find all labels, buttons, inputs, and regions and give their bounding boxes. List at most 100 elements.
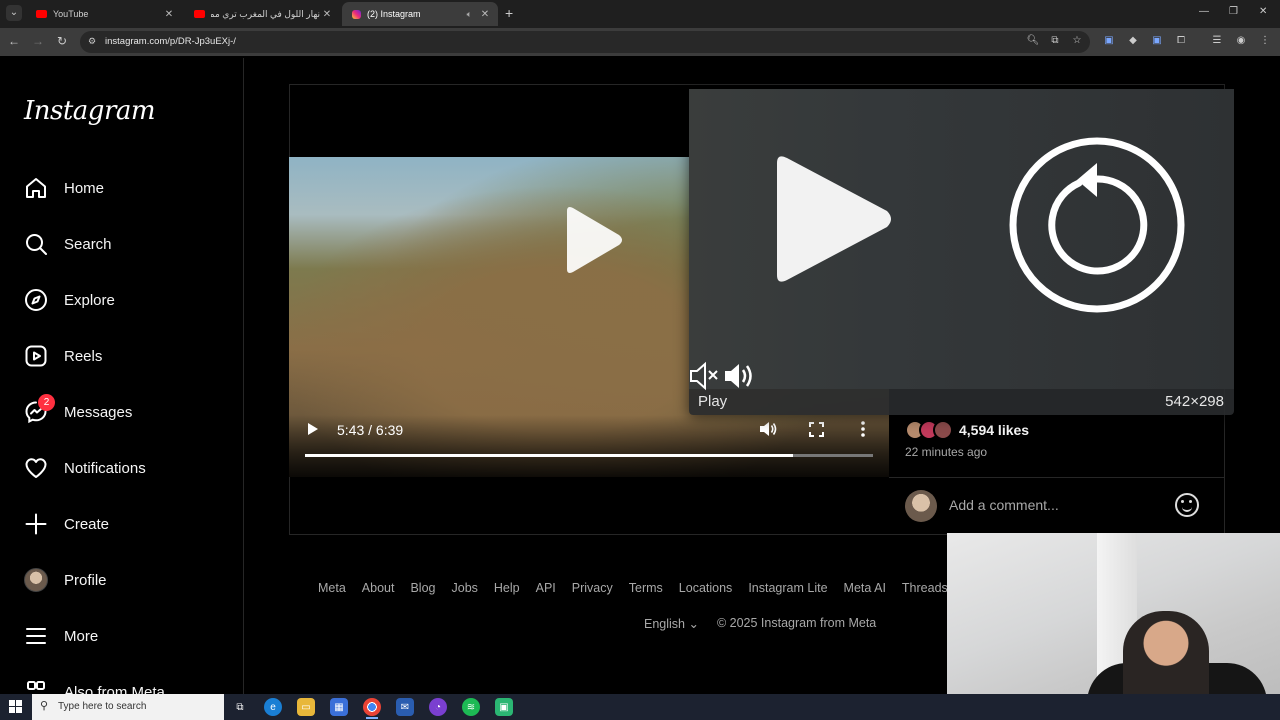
close-icon[interactable]: ✕ — [320, 9, 334, 20]
app-icon[interactable]: ✉ — [396, 698, 414, 716]
close-icon[interactable]: ✕ — [162, 9, 176, 20]
footer-link[interactable]: Jobs — [452, 581, 478, 595]
footer-link[interactable]: Help — [494, 581, 520, 595]
language-label: English — [644, 617, 685, 631]
puzzle-icon[interactable]: ⧠ — [1174, 35, 1188, 46]
kebab-menu-icon[interactable] — [861, 421, 865, 440]
back-button[interactable]: ← — [6, 34, 22, 48]
chevron-down-icon: ⌄ — [688, 617, 699, 631]
reading-list-icon[interactable]: ☰ — [1210, 35, 1224, 46]
reload-button[interactable]: ↻ — [54, 34, 70, 48]
notification-badge: 2 — [38, 394, 55, 411]
speaker-icon[interactable]: 🔈︎ — [467, 9, 472, 20]
tab-instagram[interactable]: (2) Instagram 🔈︎ ✕ — [342, 2, 498, 26]
close-window-button[interactable]: ✕ — [1259, 6, 1267, 17]
search-icon: ⚲ — [40, 700, 49, 712]
replay-icon[interactable] — [1007, 135, 1187, 320]
nav-create[interactable]: Create — [24, 504, 234, 544]
tab-youtube-video[interactable]: نهار اللول في المغرب تري مميكة.. ✕ — [184, 2, 340, 26]
taskbar-search[interactable]: ⚲ Type here to search — [32, 694, 224, 720]
menu-icon — [24, 624, 48, 648]
emoji-icon[interactable] — [1175, 493, 1199, 517]
browser-tabstrip: ⌄ YouTube ✕ نهار اللول في المغرب تري ممي… — [0, 0, 1280, 28]
cast-icon[interactable]: ⧉ — [1048, 35, 1062, 46]
footer-link[interactable]: Locations — [679, 581, 733, 595]
footer-link[interactable]: Terms — [629, 581, 663, 595]
video-time: 5:43 / 6:39 — [337, 422, 404, 438]
mute-unmute-icon[interactable] — [689, 361, 759, 396]
file-explorer-icon[interactable]: ▭ — [297, 698, 315, 716]
app-icon[interactable]: ▣ — [495, 698, 513, 716]
nav-search[interactable]: Search — [24, 224, 234, 264]
nav-more[interactable]: More — [24, 616, 234, 656]
extension-icon[interactable]: ▣ — [1150, 35, 1164, 46]
footer-link[interactable]: Instagram Lite — [748, 581, 827, 595]
instagram-logo[interactable]: Instagram — [24, 96, 156, 126]
nav-label: More — [64, 627, 99, 645]
tab-search-button[interactable]: ⌄ — [6, 5, 22, 21]
nav-label: Profile — [64, 571, 107, 589]
profile-icon[interactable]: ◉ — [1234, 35, 1248, 46]
restore-button[interactable]: ❐ — [1229, 6, 1238, 17]
windows-start-icon[interactable] — [9, 700, 23, 714]
task-view-icon[interactable]: ⧉ — [231, 698, 249, 716]
post-timestamp[interactable]: 22 minutes ago — [905, 445, 987, 459]
messenger-app-icon[interactable]: ◔ — [429, 698, 447, 716]
play-button[interactable] — [307, 422, 319, 439]
chrome-icon[interactable] — [363, 698, 381, 719]
nav-label: Messages — [64, 403, 133, 421]
nav-reels[interactable]: Reels — [24, 336, 234, 376]
avatar — [24, 568, 48, 592]
edge-icon[interactable]: e — [264, 698, 282, 716]
new-tab-button[interactable]: + — [505, 5, 513, 21]
likes-count[interactable]: 4,594 likes — [959, 422, 1029, 438]
nav-notifications[interactable]: Notifications — [24, 448, 234, 488]
site-info-icon[interactable]: ⚙ — [88, 36, 96, 47]
footer-link[interactable]: Meta — [318, 581, 346, 595]
forward-button[interactable]: → — [30, 34, 46, 48]
zoom-icon[interactable]: 🔍︎ — [1026, 35, 1040, 46]
spotify-icon[interactable]: ≋ — [462, 698, 480, 716]
nav-messages[interactable]: 2 Messages — [24, 392, 234, 432]
compass-icon — [24, 288, 48, 312]
nav-home[interactable]: Home — [24, 168, 234, 208]
video-progress-bar[interactable] — [305, 454, 873, 457]
kebab-menu-icon[interactable]: ⋮ — [1258, 35, 1272, 46]
footer-link[interactable]: API — [536, 581, 556, 595]
messenger-icon: 2 — [24, 394, 55, 424]
play-icon[interactable] — [769, 153, 895, 290]
instagram-icon — [352, 9, 361, 19]
play-icon[interactable] — [561, 205, 625, 280]
comment-input[interactable]: Add a comment... — [949, 497, 1059, 513]
translate-icon[interactable]: ▣ — [1102, 35, 1116, 46]
nav-label: Create — [64, 515, 110, 533]
nav-explore[interactable]: Explore — [24, 280, 234, 320]
close-icon[interactable]: ✕ — [478, 9, 492, 20]
minimize-button[interactable]: — — [1199, 6, 1209, 17]
footer-link[interactable]: About — [362, 581, 395, 595]
footer-link[interactable]: Blog — [410, 581, 435, 595]
likes-row[interactable]: 4,594 likes — [905, 420, 1029, 440]
comment-bar: Add a comment... — [889, 477, 1225, 535]
footer-link[interactable]: Threads — [902, 581, 948, 595]
volume-icon[interactable] — [759, 421, 777, 440]
bookmark-star-icon[interactable]: ☆ — [1070, 35, 1084, 46]
overlay-caption: Play — [698, 393, 728, 410]
nav-label: Home — [64, 179, 105, 197]
avatar — [933, 420, 953, 440]
fullscreen-icon[interactable] — [809, 422, 824, 440]
tab-youtube[interactable]: YouTube ✕ — [26, 2, 182, 26]
extension-icon[interactable]: ◆ — [1126, 35, 1140, 46]
browser-toolbar: ← → ↻ ⚙ instagram.com/p/DR-Jp3uEXj-/ 🔍︎ … — [0, 28, 1280, 56]
video-progress-fill — [305, 454, 794, 457]
copyright: © 2025 Instagram from Meta — [716, 616, 877, 630]
youtube-icon — [36, 10, 47, 18]
footer-link[interactable]: Privacy — [572, 581, 613, 595]
footer-link[interactable]: Meta AI — [844, 581, 886, 595]
language-select[interactable]: English ⌄ — [644, 616, 699, 631]
nav-profile[interactable]: Profile — [24, 560, 234, 600]
webcam-person — [1123, 611, 1209, 694]
store-icon[interactable]: ▦ — [330, 698, 348, 716]
address-bar[interactable]: ⚙ instagram.com/p/DR-Jp3uEXj-/ — [80, 31, 1090, 53]
screen: ⌄ YouTube ✕ نهار اللول في المغرب تري ممي… — [0, 0, 1280, 720]
